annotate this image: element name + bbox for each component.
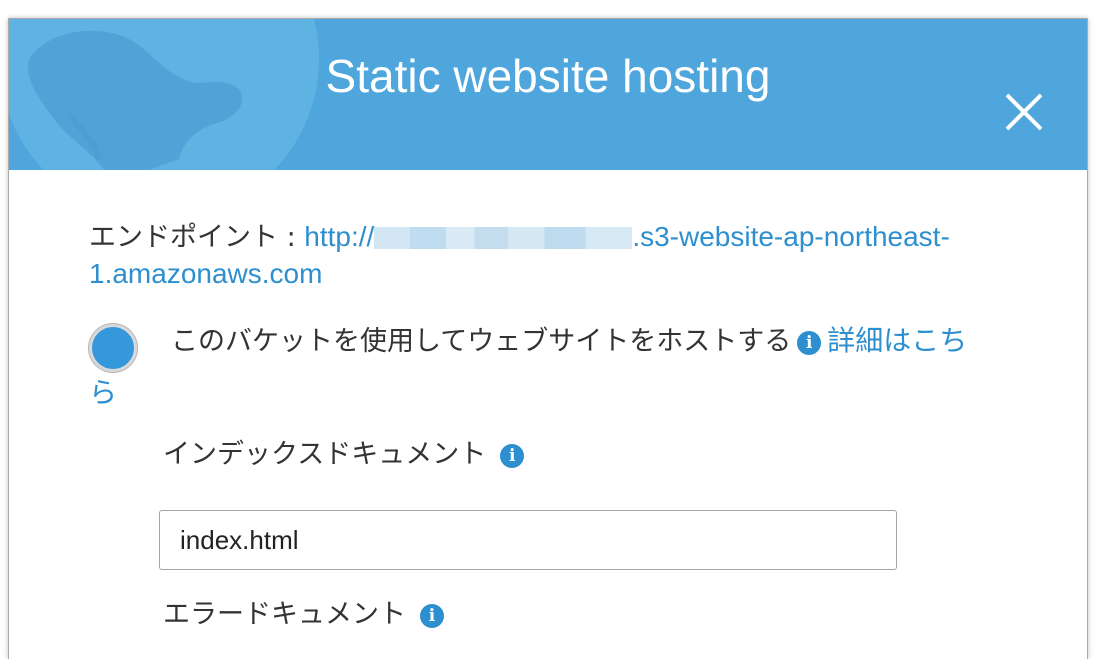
host-website-radio[interactable] <box>89 324 137 372</box>
info-icon[interactable]: i <box>500 444 525 468</box>
index-document-label-row: インデックスドキュメント i <box>163 437 530 473</box>
static-website-hosting-dialog: Static website hosting エンドポイント : http://… <box>8 18 1088 659</box>
learn-more-link-wrap[interactable]: ら <box>89 377 117 408</box>
host-option-row: このバケットを使用してウェブサイトをホストする i 詳細はこち <box>171 323 1051 360</box>
index-document-input[interactable]: index.html <box>159 510 897 570</box>
endpoint-suffix: .s3-website-ap-northeast- <box>632 221 950 252</box>
info-icon[interactable]: i <box>420 604 444 628</box>
index-document-value: index.html <box>180 525 299 555</box>
dialog-header: Static website hosting <box>9 19 1087 170</box>
endpoint-prefix: http:// <box>304 221 375 252</box>
error-document-label-row: エラードキュメント i <box>163 597 450 633</box>
endpoint-row: エンドポイント : http:// .s3-website-ap-northeas… <box>89 219 1049 293</box>
host-option-label: このバケットを使用してウェブサイトをホストする <box>171 326 792 357</box>
dialog-title: Static website hosting <box>325 50 771 102</box>
info-icon[interactable]: i <box>797 331 822 355</box>
redacted-bucket-name <box>374 227 633 249</box>
learn-more-wrap: ら <box>89 375 117 412</box>
learn-more-link[interactable]: 詳細はこち <box>827 325 967 356</box>
index-document-label: インデックスドキュメント <box>163 439 487 470</box>
endpoint-label: エンドポイント : <box>89 222 305 253</box>
error-document-label: エラードキュメント <box>163 599 406 630</box>
close-icon[interactable] <box>997 85 1051 139</box>
endpoint-suffix2: 1.amazonaws.com <box>89 258 323 289</box>
